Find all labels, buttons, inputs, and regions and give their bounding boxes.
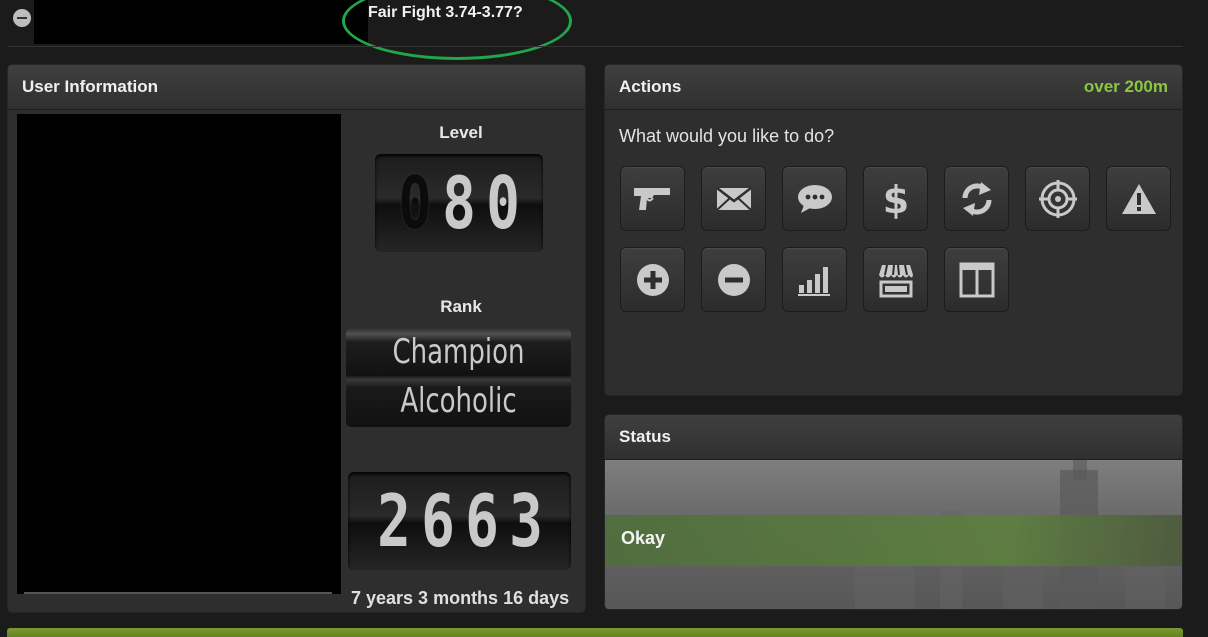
rank-display: Champion Alcoholic: [346, 328, 571, 427]
envelope-icon: [715, 186, 752, 211]
redacted-profile-image: [17, 114, 341, 594]
age-digit: 2: [376, 479, 411, 563]
crosshair-icon: [1038, 179, 1077, 218]
message-button[interactable]: [701, 166, 766, 231]
attack-button[interactable]: [620, 166, 685, 231]
redacted-player-name: [34, 0, 368, 44]
panel-header: User Information: [8, 65, 585, 110]
actions-panel: Actions over 200m What would you like to…: [604, 64, 1183, 396]
age-digit: 6: [420, 479, 455, 563]
profile-image-underline: [24, 592, 332, 594]
place-bounty-button[interactable]: [1025, 166, 1090, 231]
level-digit: 0: [398, 161, 432, 245]
view-stats-button[interactable]: [782, 247, 847, 312]
bottom-green-bar: [7, 628, 1183, 637]
report-button[interactable]: [1106, 166, 1171, 231]
status-text: Okay: [621, 528, 666, 548]
gun-icon: [633, 187, 670, 210]
add-enemy-button[interactable]: [701, 247, 766, 312]
collapse-minus-icon[interactable]: [13, 9, 31, 27]
trade-arrows-icon: [961, 181, 992, 216]
view-bazaar-button[interactable]: [863, 247, 928, 312]
shop-awning-icon: [878, 264, 913, 297]
panel-title: User Information: [22, 77, 159, 96]
status-health-bar: [605, 515, 1182, 566]
age-counter: 2 6 6 3: [348, 472, 571, 570]
actions-prompt: What would you like to do?: [619, 126, 835, 146]
annotation-circle: [342, 0, 572, 60]
rank-line-1: Champion: [392, 332, 525, 372]
money-indicator: over 200m: [1083, 77, 1168, 96]
top-bar: Fair Fight 3.74-3.77?: [0, 0, 1208, 60]
warning-icon: [1121, 183, 1156, 214]
add-friend-button[interactable]: [620, 247, 685, 312]
level-digit: 8: [442, 161, 476, 245]
bazaar-display-icon: [959, 262, 994, 297]
add-friend-icon: [636, 263, 669, 296]
status-panel: Status Okay: [604, 414, 1183, 610]
age-digit: 6: [464, 479, 499, 563]
view-display-case-button[interactable]: [944, 247, 1009, 312]
send-money-button[interactable]: $: [863, 166, 928, 231]
panel-title: Actions: [619, 77, 682, 96]
rank-label: Rank: [440, 297, 482, 316]
svg-text:$: $: [882, 179, 908, 219]
account-age-text: 7 years 3 months 16 days: [351, 588, 570, 608]
chat-bubble-icon: [797, 184, 832, 213]
trade-button[interactable]: [944, 166, 1009, 231]
user-information-panel: User Information Level 0 8 0 Rank Champi…: [7, 64, 586, 613]
panel-title: Status: [619, 427, 671, 446]
age-digit: 3: [508, 479, 543, 563]
add-enemy-icon: [717, 263, 750, 296]
dollar-icon: $: [882, 179, 908, 219]
panel-header: Actions over 200m: [605, 65, 1182, 110]
rank-line-2: Alcoholic: [400, 381, 517, 421]
divider: [8, 46, 1183, 47]
panel-header: Status: [605, 415, 1182, 460]
chat-button[interactable]: [782, 166, 847, 231]
level-digit: 0: [486, 161, 520, 245]
stats-bars-icon: [797, 266, 830, 296]
level-label: Level: [439, 123, 483, 142]
level-counter: 0 8 0: [375, 154, 543, 252]
